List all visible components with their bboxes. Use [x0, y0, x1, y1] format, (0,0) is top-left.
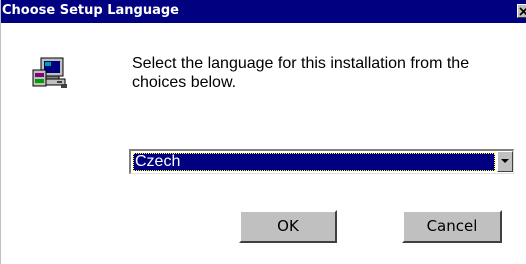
- instruction-text: Select the language for this installatio…: [132, 55, 470, 91]
- close-button[interactable]: [517, 4, 526, 18]
- dropdown-arrow-icon: [501, 159, 509, 163]
- language-select-toggle[interactable]: [497, 151, 513, 172]
- setup-language-dialog: Choose Setup Language Select the languag…: [0, 0, 526, 264]
- cancel-button[interactable]: Cancel: [402, 210, 502, 243]
- title-bar[interactable]: Choose Setup Language: [1, 0, 526, 23]
- ok-button[interactable]: OK: [239, 210, 337, 243]
- language-select-value[interactable]: Czech: [133, 153, 495, 171]
- language-select[interactable]: Czech: [129, 149, 514, 174]
- window-title: Choose Setup Language: [2, 3, 179, 18]
- close-icon: [519, 7, 526, 16]
- setup-computer-icon: [32, 57, 67, 88]
